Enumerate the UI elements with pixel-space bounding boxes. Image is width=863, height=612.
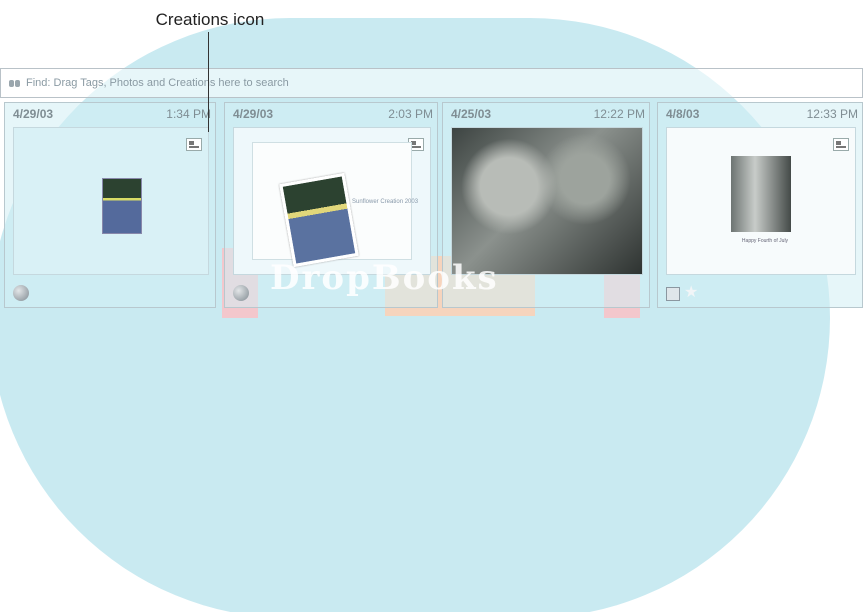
creation-icon bbox=[833, 138, 849, 151]
card-time: 12:33 PM bbox=[806, 107, 858, 121]
globe-icon bbox=[13, 285, 29, 301]
find-bar[interactable]: Find: Drag Tags, Photos and Creations he… bbox=[0, 68, 863, 98]
card-thumbnail[interactable] bbox=[451, 127, 643, 275]
people-tag-icon bbox=[666, 287, 680, 301]
creations-icon-callout: Creations icon bbox=[155, 10, 265, 29]
card-thumbnail[interactable]: Sunflower Creation 2003 bbox=[233, 127, 431, 275]
sunflower-photo bbox=[279, 172, 359, 268]
creation-icon bbox=[186, 138, 202, 151]
card-header: 4/29/03 2:03 PM bbox=[233, 107, 433, 123]
watermark: DropBooks bbox=[270, 258, 499, 298]
card-header: 4/8/03 12:33 PM bbox=[666, 107, 858, 123]
card-time: 12:22 PM bbox=[593, 107, 645, 121]
find-bar-text: Find: Drag Tags, Photos and Creations he… bbox=[26, 77, 289, 89]
photo-card[interactable]: 4/8/03 12:33 PM Happy Fourth of July ★ bbox=[657, 102, 863, 308]
card-date: 4/8/03 bbox=[666, 107, 700, 121]
card-header: 4/25/03 12:22 PM bbox=[451, 107, 645, 123]
sunflower-photo bbox=[102, 178, 142, 234]
card-header: 4/29/03 1:34 PM bbox=[13, 107, 211, 123]
card-date: 4/29/03 bbox=[13, 107, 54, 121]
card-time: 1:34 PM bbox=[166, 107, 211, 121]
portrait-photo bbox=[731, 156, 791, 232]
photo-card[interactable]: 4/29/03 1:34 PM bbox=[4, 102, 216, 308]
group-photo bbox=[452, 128, 642, 274]
creation-caption: Happy Fourth of July bbox=[741, 238, 789, 244]
card-time: 2:03 PM bbox=[388, 107, 433, 121]
creation-caption: Sunflower Creation 2003 bbox=[352, 199, 419, 205]
star-icon: ★ bbox=[684, 284, 699, 301]
globe-icon bbox=[233, 285, 249, 301]
card-thumbnail[interactable] bbox=[13, 127, 209, 275]
callout-leader-line bbox=[208, 32, 209, 132]
card-date: 4/25/03 bbox=[451, 107, 492, 121]
card-thumbnail[interactable]: Happy Fourth of July bbox=[666, 127, 856, 275]
binoculars-icon bbox=[9, 78, 21, 88]
card-date: 4/29/03 bbox=[233, 107, 274, 121]
